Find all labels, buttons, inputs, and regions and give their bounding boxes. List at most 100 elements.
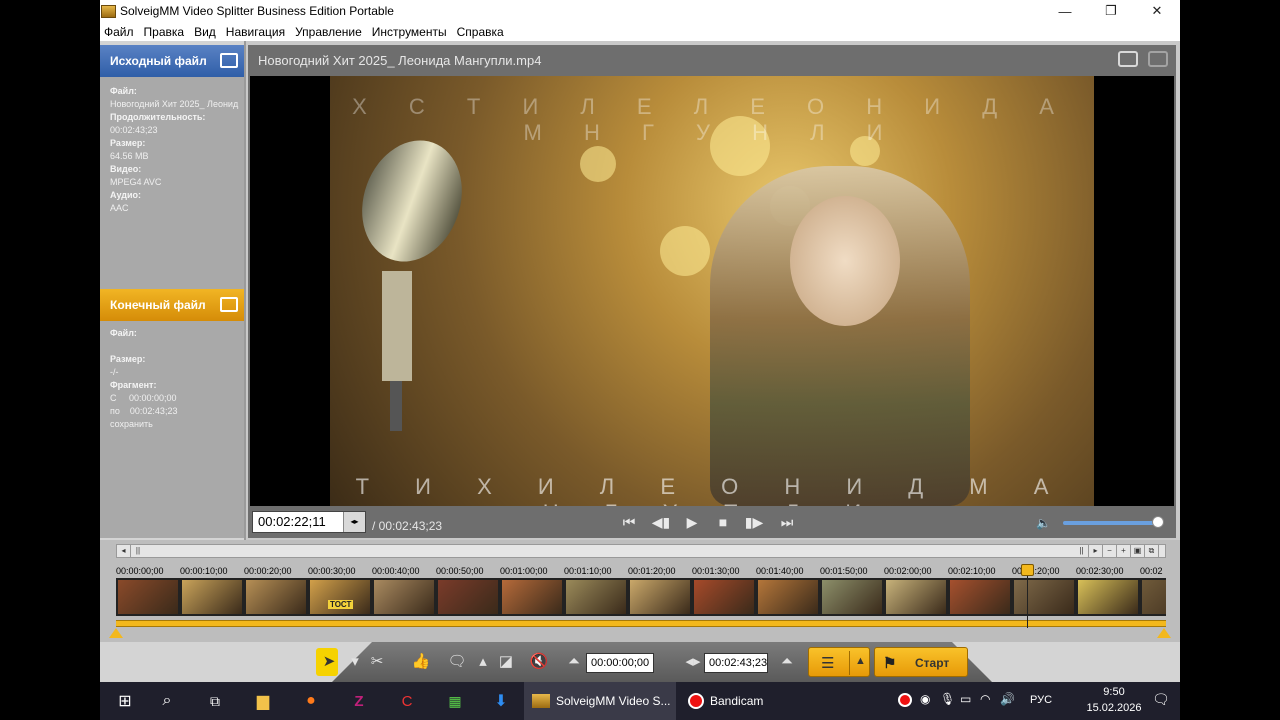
cut-marker-icon[interactable]: ✂ — [366, 652, 388, 672]
thumbnail-frame[interactable] — [566, 580, 626, 614]
source-file-header[interactable]: Исходный файл — [100, 45, 244, 77]
start-button[interactable]: ⚑ Старт — [874, 647, 968, 677]
ccleaner-icon[interactable]: C — [392, 682, 422, 720]
menu-help[interactable]: Справка — [453, 25, 508, 39]
set-start-icon[interactable]: ⏶ — [563, 652, 585, 672]
jump-end-icon[interactable]: ⏭ — [776, 513, 798, 531]
clock-date[interactable]: 15.02.2026 — [1084, 702, 1144, 714]
thumbnail-strip[interactable]: ТОСТ — [116, 578, 1166, 616]
zoom-all-icon[interactable]: ⧉ — [1145, 545, 1159, 557]
play-icon[interactable]: ▶ — [681, 513, 703, 531]
menu-control[interactable]: Управление — [291, 25, 366, 39]
close-button[interactable]: ✕ — [1134, 0, 1180, 22]
language-indicator[interactable]: РУС — [1030, 694, 1052, 706]
file-explorer-icon[interactable]: ▆ — [248, 682, 278, 720]
chrome-tray-icon[interactable]: ◉ — [920, 692, 930, 706]
network-icon[interactable]: ◠ — [980, 692, 990, 706]
thumbnail-frame[interactable] — [950, 580, 1010, 614]
playhead-knob-icon[interactable] — [1021, 564, 1034, 576]
thumbnail-frame[interactable] — [886, 580, 946, 614]
dest-file-header[interactable]: Конечный файл — [100, 289, 244, 321]
record-icon[interactable] — [898, 693, 912, 707]
split-options-button[interactable]: ☰ ▲ — [808, 647, 870, 677]
task-view-icon[interactable]: ⧉ — [200, 682, 230, 720]
snapshot-save-icon[interactable] — [1148, 51, 1168, 67]
step-back-icon[interactable]: ◀▮ — [650, 513, 672, 531]
selection-bar[interactable] — [116, 620, 1166, 627]
thumbnail-frame[interactable] — [182, 580, 242, 614]
thumbnail-frame[interactable] — [438, 580, 498, 614]
timeline-scrollbar[interactable]: ◂ || || ▸ − + ▣ ⧉ — [116, 544, 1166, 558]
taskbar-app-solveig[interactable]: SolveigMM Video S... — [524, 682, 676, 720]
volume-knob[interactable] — [1152, 516, 1164, 528]
crop-icon[interactable]: ◪ — [495, 652, 517, 672]
thumbnail-frame[interactable] — [822, 580, 882, 614]
scroll-thumb-end-icon[interactable]: || — [1075, 545, 1089, 557]
player-controls: 00:02:22;11 ◂▸ / 00:02:43;23 ⏮ ◀▮ ▶ ■ ▮▶… — [248, 506, 1176, 538]
video-screen[interactable]: Х С Т И Л Е Л Е О Н И Д А М Н Г У Н Л И … — [250, 76, 1174, 506]
notifications-icon[interactable]: 🗨 — [1152, 691, 1170, 708]
volume-slider[interactable] — [1063, 521, 1157, 525]
current-time-field[interactable]: 00:02:22;11 ◂▸ — [252, 511, 366, 533]
volume-icon[interactable]: 🔈 — [1036, 516, 1051, 530]
thumbnail-frame[interactable] — [630, 580, 690, 614]
save-disk-icon[interactable] — [220, 297, 238, 312]
menu-view[interactable]: Вид — [190, 25, 220, 39]
download-icon[interactable]: ⬇ — [486, 682, 516, 720]
mic-icon[interactable]: 🎙 — [940, 692, 955, 706]
search-icon[interactable]: ⌕ — [152, 682, 182, 720]
zoom-in-icon[interactable]: + — [1117, 545, 1131, 557]
start-marker-icon[interactable] — [109, 628, 123, 638]
dropdown-arrow-icon[interactable]: ▾ — [344, 652, 366, 672]
dest-size-value: -/- — [110, 367, 119, 377]
thumbnail-frame[interactable] — [246, 580, 306, 614]
stop-icon[interactable]: ■ — [712, 513, 734, 531]
start-time-field[interactable]: 00:00:00;00 — [586, 653, 654, 673]
minimize-button[interactable]: — — [1042, 0, 1088, 22]
split-dropdown-icon[interactable]: ▲ — [855, 655, 866, 667]
end-marker-icon[interactable] — [1157, 628, 1171, 638]
windows-start-icon[interactable]: ⊞ — [110, 682, 140, 720]
jump-start-icon[interactable]: ⏮ — [618, 513, 640, 531]
end-time-field[interactable]: 00:02:43;23 — [704, 653, 768, 673]
step-forward-icon[interactable]: ▮▶ — [743, 513, 765, 531]
menu-file[interactable]: Файл — [100, 25, 138, 39]
scroll-right-icon[interactable]: ▸ — [1089, 545, 1103, 557]
z-app-icon[interactable]: Z — [344, 682, 374, 720]
thumbs-up-icon[interactable]: 👍 — [410, 652, 432, 672]
thumbnail-frame[interactable] — [758, 580, 818, 614]
thumbnail-frame[interactable] — [118, 580, 178, 614]
snapshot-camera-icon[interactable] — [1118, 51, 1138, 67]
thumbnail-frame[interactable] — [1078, 580, 1138, 614]
thumbnail-frame[interactable] — [1014, 580, 1074, 614]
volume-tray-icon[interactable]: 🔊 — [1000, 692, 1015, 706]
thumbnail-frame[interactable]: ТОСТ — [310, 580, 370, 614]
taskbar-app-bandicam[interactable]: Bandicam — [680, 682, 790, 720]
zoom-out-icon[interactable]: − — [1103, 545, 1117, 557]
scroll-left-icon[interactable]: ◂ — [117, 545, 131, 557]
thumbnail-frame[interactable] — [1142, 580, 1166, 614]
cursor-icon[interactable]: ➤ — [318, 652, 340, 672]
nav-arrows-icon[interactable]: ◂▸ — [682, 652, 704, 672]
thumbnail-frame[interactable] — [374, 580, 434, 614]
firefox-icon[interactable]: ● — [296, 682, 326, 720]
ruler-tick: 00:00:10;00 — [180, 566, 228, 576]
clock-time[interactable]: 9:50 — [1084, 686, 1144, 698]
mute-icon[interactable]: 🔇 — [528, 652, 550, 672]
set-end-icon[interactable]: ⏶ — [776, 652, 798, 672]
comment-dropdown-icon[interactable]: ▴ — [472, 652, 494, 672]
save-link[interactable]: сохранить — [110, 418, 177, 431]
thumbnail-frame[interactable] — [502, 580, 562, 614]
camtasia-icon[interactable]: ▦ — [440, 682, 470, 720]
scroll-thumb-icon[interactable]: || — [131, 545, 145, 557]
comment-icon[interactable]: 🗨 — [446, 652, 468, 672]
menu-edit[interactable]: Правка — [140, 25, 189, 39]
maximize-button[interactable]: ❐ — [1088, 0, 1134, 22]
battery-icon[interactable]: ▭ — [960, 692, 971, 706]
menu-tools[interactable]: Инструменты — [368, 25, 451, 39]
zoom-fit-icon[interactable]: ▣ — [1131, 545, 1145, 557]
menu-navigation[interactable]: Навигация — [222, 25, 289, 39]
open-folder-icon[interactable] — [220, 53, 238, 68]
thumbnail-frame[interactable] — [694, 580, 754, 614]
time-spin-icon[interactable]: ◂▸ — [343, 512, 365, 532]
